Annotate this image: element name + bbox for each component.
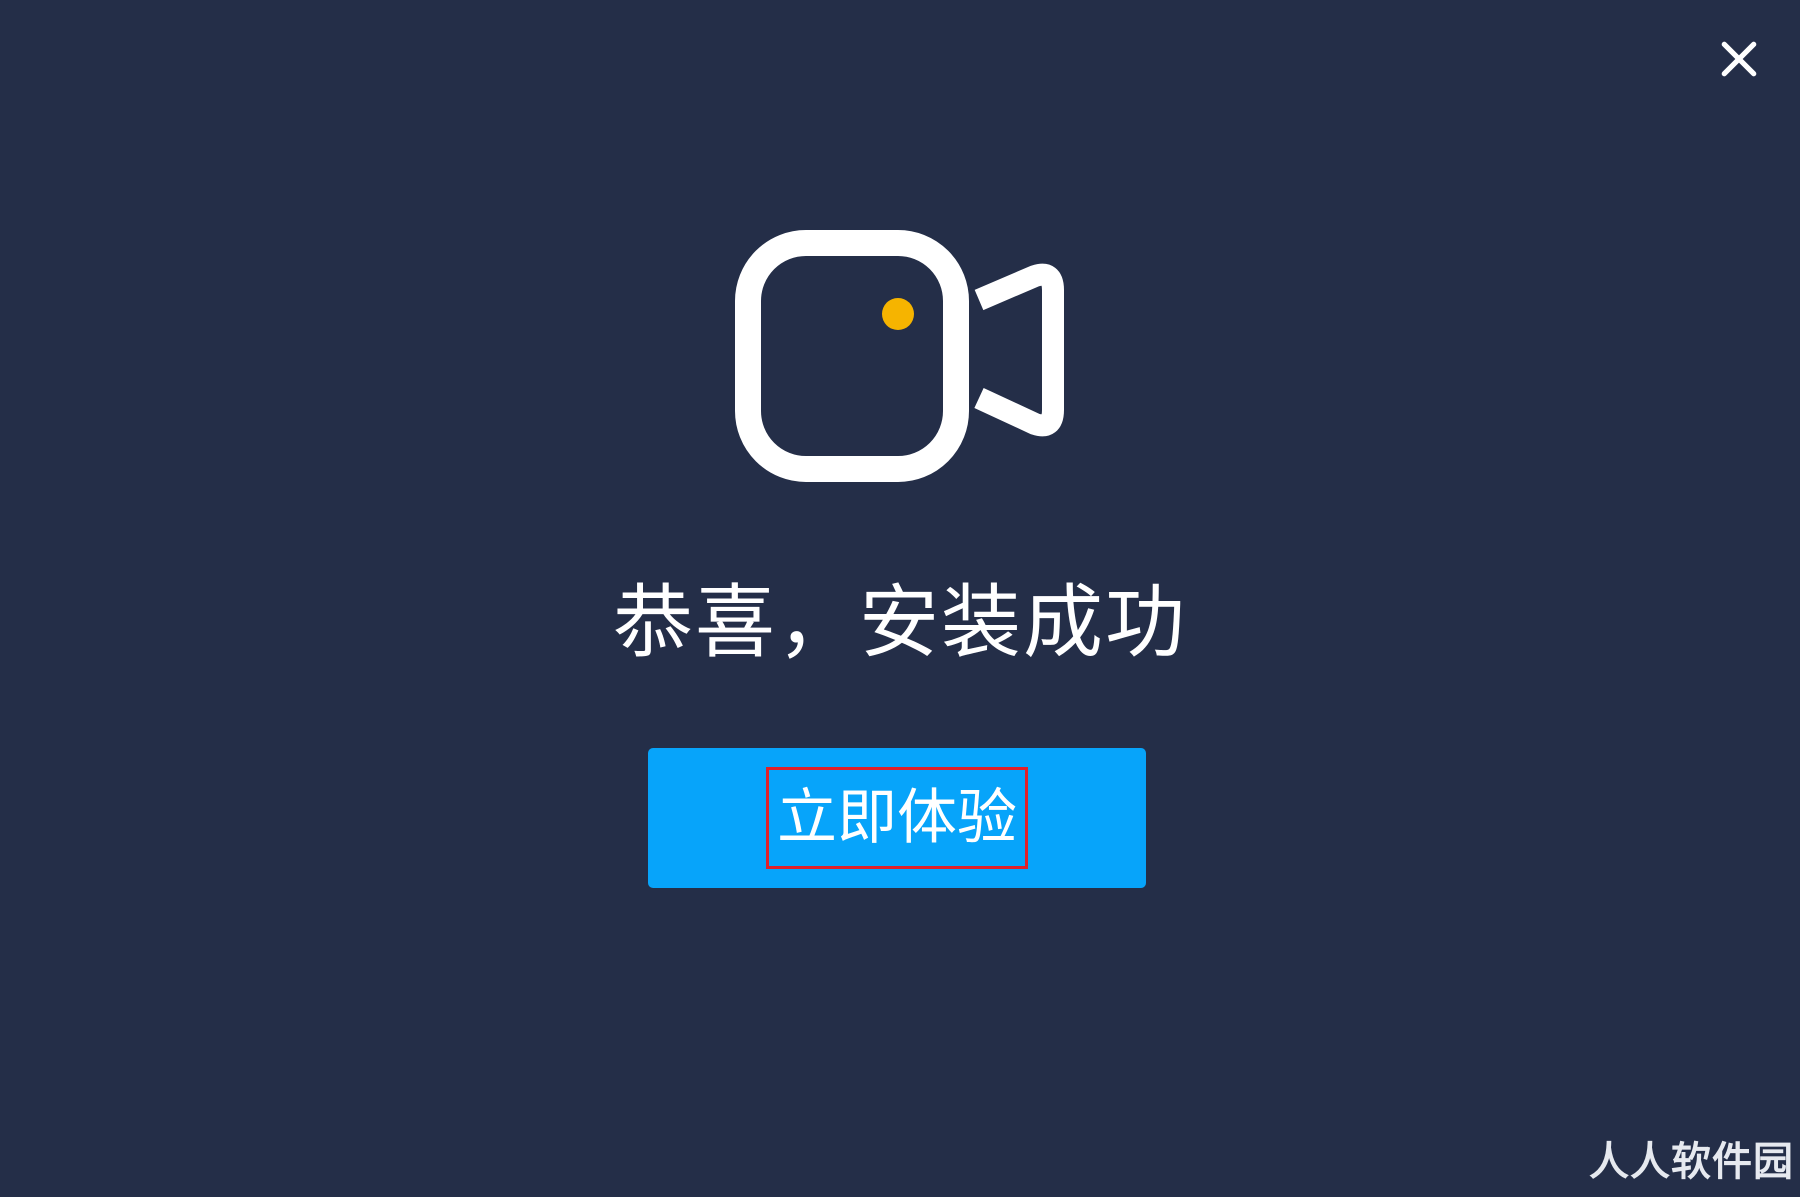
close-button[interactable] [1710,30,1768,88]
video-camera-icon [735,230,1064,482]
close-icon [1721,41,1757,77]
try-now-label: 立即体验 [766,767,1028,869]
watermark: 人人软件园 [1589,1139,1794,1185]
camera-indicator-dot [882,298,914,330]
try-now-button[interactable]: 立即体验 [648,748,1146,888]
success-title: 恭喜，安装成功 [613,576,1187,669]
